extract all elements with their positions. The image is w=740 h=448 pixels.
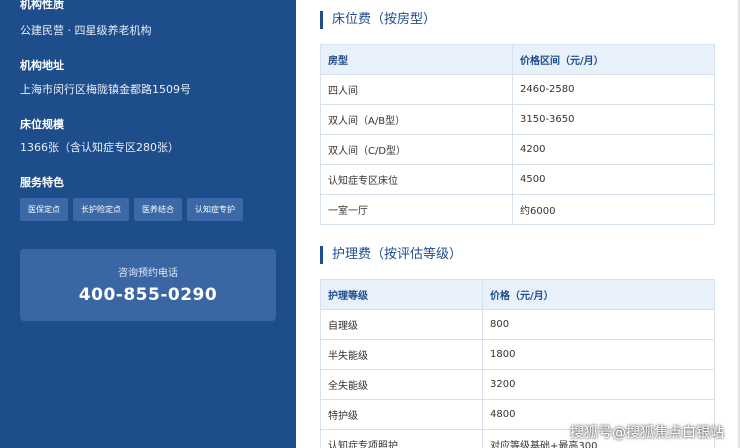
watermark: 搜狐号@搜狐焦点白银站 xyxy=(570,425,724,441)
room-type-cell: 四人间 xyxy=(320,74,513,105)
room-type-cell: 双人间（C/D型） xyxy=(320,134,513,165)
bed-capacity-label: 床位规模 xyxy=(20,118,64,131)
main-content: 床位费（按房型） 房型 价格区间（元/月） 四人间 2460-2580 双人间（A… xyxy=(296,0,740,448)
table-row: 半失能级 1800 xyxy=(320,339,715,370)
service-features-label: 服务特色 xyxy=(20,176,64,189)
column-header-care-level: 护理等级 xyxy=(320,279,483,310)
bed-fee-title: 床位费（按房型） xyxy=(320,11,436,29)
institution-type-value: 公建民营 · 四星级养老机构 xyxy=(20,24,152,37)
room-type-cell: 双人间（A/B型） xyxy=(320,104,513,135)
phone-caption: 咨询预约电话 xyxy=(118,268,178,279)
care-level-cell: 特护级 xyxy=(320,399,483,430)
price-cell: 1800 xyxy=(482,339,715,370)
tag-dementia-care: 认知症专护 xyxy=(187,198,243,221)
care-level-cell: 全失能级 xyxy=(320,369,483,400)
price-cell: 约6000 xyxy=(512,194,715,225)
address-label: 机构地址 xyxy=(20,59,64,72)
tag-medical-care: 医养结合 xyxy=(134,198,182,221)
table-row: 双人间（A/B型） 3150-3650 xyxy=(320,104,715,135)
phone-card[interactable]: 咨询预约电话 400-855-0290 xyxy=(20,249,276,321)
price-cell: 3150-3650 xyxy=(512,104,715,135)
care-level-cell: 认知症专项照护 xyxy=(320,429,483,448)
phone-number[interactable]: 400-855-0290 xyxy=(20,285,276,305)
price-cell: 2460-2580 xyxy=(512,74,715,105)
care-fee-title: 护理费（按评估等级） xyxy=(320,246,462,264)
table-row: 自理级 800 xyxy=(320,309,715,340)
tag-medical-insurance: 医保定点 xyxy=(20,198,68,221)
price-cell: 800 xyxy=(482,309,715,340)
table-row: 双人间（C/D型） 4200 xyxy=(320,134,715,165)
table-row: 认知症专区床位 4500 xyxy=(320,164,715,195)
sidebar: 机构性质 公建民营 · 四星级养老机构 机构地址 上海市闵行区梅陇镇金都路150… xyxy=(0,0,296,448)
price-cell: 3200 xyxy=(482,369,715,400)
tag-long-term-care: 长护险定点 xyxy=(73,198,129,221)
bed-fee-table: 房型 价格区间（元/月） 四人间 2460-2580 双人间（A/B型） 3150-… xyxy=(320,44,715,225)
table-header-row: 护理等级 价格（元/月） xyxy=(320,279,715,310)
table-header-row: 房型 价格区间（元/月） xyxy=(320,44,715,75)
table-row: 一室一厅 约6000 xyxy=(320,194,715,225)
institution-type-label: 机构性质 xyxy=(20,0,64,11)
care-level-cell: 自理级 xyxy=(320,309,483,340)
room-type-cell: 认知症专区床位 xyxy=(320,164,513,195)
bed-capacity-value: 1366张（含认知症专区280张） xyxy=(20,141,179,154)
room-type-cell: 一室一厅 xyxy=(320,194,513,225)
table-row: 四人间 2460-2580 xyxy=(320,74,715,105)
service-tags: 医保定点 长护险定点 医养结合 认知症专护 xyxy=(20,198,243,221)
table-row: 全失能级 3200 xyxy=(320,369,715,400)
address-value: 上海市闵行区梅陇镇金都路1509号 xyxy=(20,83,191,96)
price-cell: 4500 xyxy=(512,164,715,195)
care-level-cell: 半失能级 xyxy=(320,339,483,370)
price-cell: 4200 xyxy=(512,134,715,165)
column-header-price: 价格（元/月） xyxy=(482,279,715,310)
column-header-price-range: 价格区间（元/月） xyxy=(512,44,715,75)
column-header-room-type: 房型 xyxy=(320,44,513,75)
